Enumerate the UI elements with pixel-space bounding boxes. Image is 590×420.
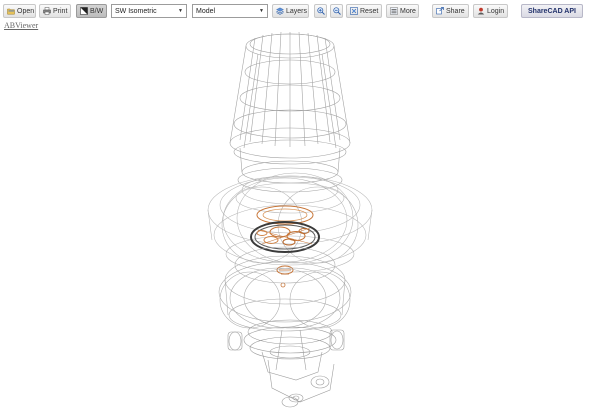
zoom-out-icon [332, 7, 341, 15]
reset-icon [350, 7, 358, 15]
bw-toggle-button[interactable]: B/W [76, 4, 107, 18]
zoom-out-button[interactable] [330, 4, 343, 18]
layers-icon [276, 7, 284, 15]
layout-select[interactable]: Model ▼ [192, 4, 268, 18]
more-label: More [400, 7, 416, 15]
folder-icon [7, 7, 15, 15]
open-button[interactable]: Open [3, 4, 36, 18]
login-button[interactable]: Login [473, 4, 508, 18]
cad-model-wireframe [207, 31, 373, 408]
share-button[interactable]: Share [432, 4, 469, 18]
view-select-value: SW Isometric [115, 7, 157, 15]
layers-button[interactable]: Layers [272, 4, 309, 18]
login-icon [477, 7, 485, 15]
lower-chamber [218, 246, 352, 332]
login-label: Login [487, 7, 505, 15]
zoom-in-icon [316, 7, 325, 15]
print-label: Print [53, 7, 68, 15]
toolbar: Open Print B/W SW Isometric ▼ Model ▼ La… [0, 0, 590, 20]
share-label: Share [446, 7, 465, 15]
view-select[interactable]: SW Isometric ▼ [111, 4, 187, 18]
chevron-down-icon: ▼ [178, 8, 183, 14]
top-cone [229, 31, 351, 193]
drawing-canvas[interactable] [0, 30, 590, 420]
zoom-in-button[interactable] [314, 4, 327, 18]
printer-icon [43, 7, 51, 15]
layers-label: Layers [286, 7, 308, 15]
chevron-down-icon: ▼ [259, 8, 264, 14]
share-icon [436, 7, 444, 15]
bw-toggle-icon [80, 7, 88, 15]
abviewer-link[interactable]: ABViewer [4, 21, 38, 30]
more-icon [390, 7, 398, 15]
more-button[interactable]: More [386, 4, 419, 18]
open-label: Open [17, 7, 35, 15]
reset-button[interactable]: Reset [346, 4, 382, 18]
layout-select-value: Model [196, 7, 216, 15]
base-manifold [227, 319, 345, 408]
print-button[interactable]: Print [39, 4, 71, 18]
bw-label: B/W [90, 7, 104, 15]
reset-label: Reset [360, 7, 379, 15]
sharecad-api-button[interactable]: ShareCAD API [521, 4, 583, 18]
